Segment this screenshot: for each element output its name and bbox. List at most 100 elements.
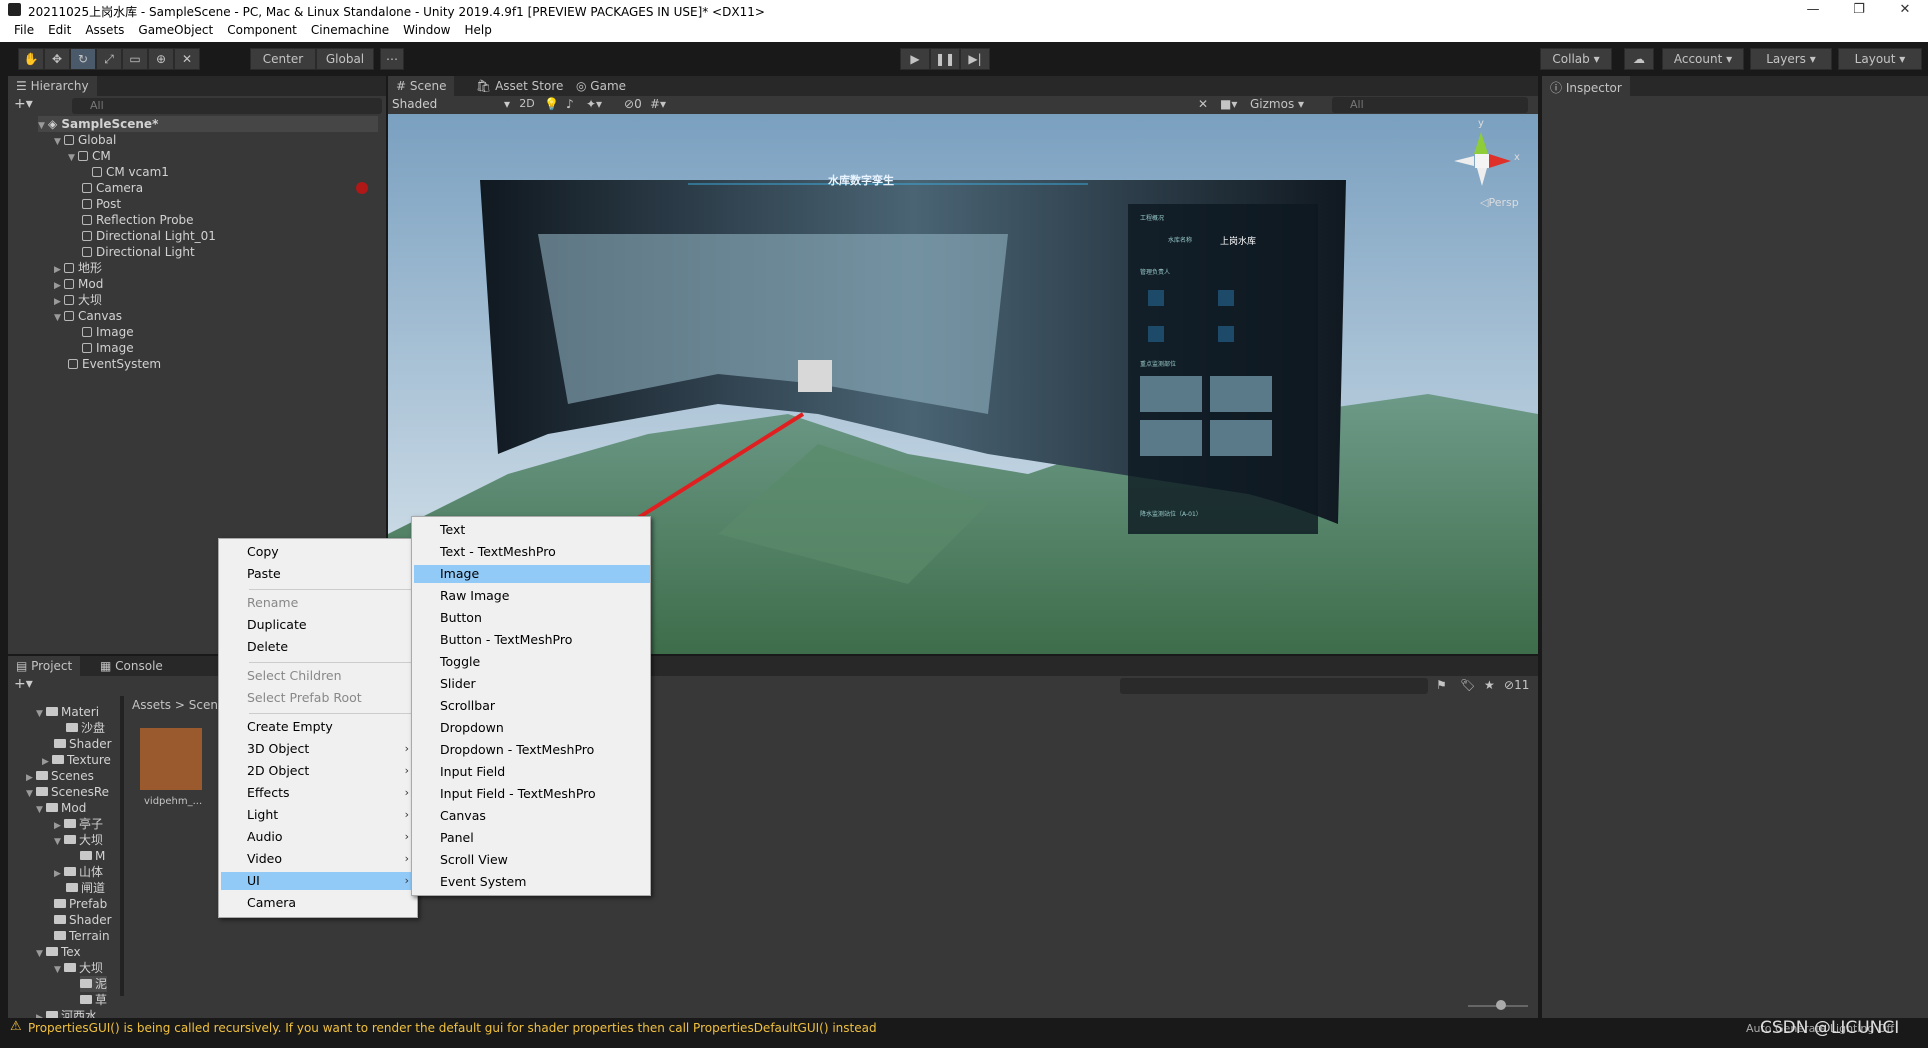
shading-dropdown[interactable]: Shaded ▾ <box>392 97 510 113</box>
list-item[interactable]: EventSystem <box>68 356 161 372</box>
2d-toggle[interactable]: 2D <box>516 97 538 113</box>
cloud-icon[interactable]: ☁ <box>1624 48 1654 70</box>
custom-tool-icon[interactable]: ✕ <box>174 48 200 70</box>
list-item[interactable]: ▼ 大坝 <box>54 832 103 848</box>
scene-orientation-gizmo[interactable]: y x ◁Persp <box>1444 118 1534 218</box>
hidden-packages-icon[interactable]: ⊘11 <box>1504 678 1529 692</box>
submenu-item-input-field[interactable]: Input Field <box>414 763 650 781</box>
tab-hierarchy[interactable]: ☰ Hierarchy <box>8 76 97 96</box>
menu-item-video[interactable]: Video › <box>221 850 417 868</box>
submenu-item-input-field-tmp[interactable]: Input Field - TextMeshPro <box>414 785 650 803</box>
tab-inspector[interactable]: ⓘ Inspector <box>1542 76 1630 96</box>
tools-icon[interactable]: ✕ <box>1198 97 1208 111</box>
effects-icon[interactable]: ✦▾ <box>586 97 602 111</box>
menu-item-copy[interactable]: Copy <box>221 543 417 561</box>
menu-help[interactable]: Help <box>458 20 499 37</box>
list-item[interactable]: Image <box>82 340 134 356</box>
play-button[interactable]: ▶ <box>900 48 930 70</box>
list-item[interactable]: ▶ Scenes <box>26 768 94 784</box>
list-item[interactable]: Directional Light <box>82 244 195 260</box>
submenu-item-raw-image[interactable]: Raw Image <box>414 587 650 605</box>
step-button[interactable]: ▶| <box>960 48 990 70</box>
menu-item-light[interactable]: Light › <box>221 806 417 824</box>
material-thumbnail[interactable] <box>140 728 202 790</box>
scale-tool-icon[interactable]: ⤢ <box>96 48 122 70</box>
list-item[interactable]: 泥 <box>80 976 108 992</box>
filter-label-icon[interactable]: 🏷 <box>1460 678 1475 692</box>
menu-cinemachine[interactable]: Cinemachine <box>304 20 396 37</box>
pause-button[interactable]: ❚❚ <box>930 48 960 70</box>
folder-scrollbar[interactable] <box>120 696 124 996</box>
pivot-global-button[interactable]: Global <box>316 48 374 70</box>
submenu-item-scroll-view[interactable]: Scroll View <box>414 851 650 869</box>
hidden-objects-icon[interactable]: ⊘0 <box>624 97 642 111</box>
list-item[interactable]: ▶ Mod <box>54 276 103 292</box>
grid-icon[interactable]: #▾ <box>650 97 666 111</box>
list-item[interactable]: Prefab <box>54 896 107 912</box>
list-item[interactable]: Post <box>82 196 121 212</box>
list-item[interactable]: 闸道 <box>66 880 105 896</box>
menu-item-audio[interactable]: Audio › <box>221 828 417 846</box>
tab-asset-store[interactable]: 🛍 Asset Store <box>468 76 571 96</box>
list-item[interactable]: Shader <box>54 912 112 928</box>
menu-component[interactable]: Component <box>220 20 304 37</box>
gizmos-dropdown[interactable]: Gizmos ▾ <box>1250 97 1308 111</box>
submenu-item-button-tmp[interactable]: Button - TextMeshPro <box>414 631 650 649</box>
list-item[interactable]: ▼ ScenesRe <box>26 784 109 800</box>
list-item[interactable]: ▼ Mod <box>36 800 86 816</box>
list-item[interactable]: Image <box>82 324 134 340</box>
list-item[interactable]: Terrain <box>54 928 110 944</box>
audio-icon[interactable]: ♪ <box>566 97 574 111</box>
layers-button[interactable]: Layers ▾ <box>1750 48 1832 70</box>
snap-icon[interactable]: ⋯ <box>380 48 404 70</box>
maximize-button[interactable]: ❐ <box>1836 0 1882 20</box>
filter-type-icon[interactable]: ⚑ <box>1436 678 1447 692</box>
menu-item-ui[interactable]: UI › <box>221 872 417 890</box>
list-item[interactable]: ▶ 河西水 <box>36 1008 97 1018</box>
list-item[interactable]: Shader <box>54 736 112 752</box>
lighting-icon[interactable]: 💡 <box>544 97 559 111</box>
list-item[interactable]: CM vcam1 <box>92 164 169 180</box>
favorite-icon[interactable]: ★ <box>1484 678 1495 692</box>
list-item[interactable]: 沙盘 <box>66 720 105 736</box>
list-item[interactable]: Reflection Probe <box>82 212 194 228</box>
tab-scene[interactable]: # Scene <box>388 76 455 96</box>
list-item[interactable]: Camera <box>82 180 143 196</box>
list-item[interactable]: Directional Light_01 <box>82 228 216 244</box>
menu-edit[interactable]: Edit <box>41 20 78 37</box>
menu-item-2d-object[interactable]: 2D Object › <box>221 762 417 780</box>
submenu-item-dropdown[interactable]: Dropdown <box>414 719 650 737</box>
project-create-button[interactable]: +▾ <box>14 676 33 692</box>
menu-assets[interactable]: Assets <box>78 20 131 37</box>
account-button[interactable]: Account ▾ <box>1662 48 1744 70</box>
submenu-item-image[interactable]: Image <box>414 565 650 583</box>
zoom-slider-handle[interactable] <box>1496 1000 1506 1010</box>
menu-window[interactable]: Window <box>396 20 457 37</box>
submenu-item-button[interactable]: Button <box>414 609 650 627</box>
list-item[interactable]: ▼ 大坝 <box>54 960 103 976</box>
list-item[interactable]: ▼ Materi <box>36 704 99 720</box>
hand-tool-icon[interactable]: ✋ <box>18 48 44 70</box>
list-item[interactable]: ▼ Global <box>54 132 116 148</box>
list-item[interactable]: ▶ 亭子 <box>54 816 103 832</box>
tab-console[interactable]: ▦ Console <box>92 656 171 676</box>
list-item[interactable]: ▶ 山体 <box>54 864 103 880</box>
close-button[interactable]: ✕ <box>1882 0 1928 20</box>
submenu-item-slider[interactable]: Slider <box>414 675 650 693</box>
camera-icon[interactable]: ■▾ <box>1220 97 1237 111</box>
submenu-item-text-tmp[interactable]: Text - TextMeshPro <box>414 543 650 561</box>
pivot-center-button[interactable]: Center <box>250 48 316 70</box>
persp-label[interactable]: ◁Persp <box>1480 196 1519 209</box>
project-search[interactable] <box>1120 678 1428 694</box>
menu-item-duplicate[interactable]: Duplicate <box>221 616 417 634</box>
submenu-item-scrollbar[interactable]: Scrollbar <box>414 697 650 715</box>
list-item[interactable]: ▼ Tex <box>36 944 81 960</box>
move-tool-icon[interactable]: ✥ <box>44 48 70 70</box>
collab-button[interactable]: Collab ▾ <box>1540 48 1612 70</box>
submenu-item-event-system[interactable]: Event System <box>414 873 650 891</box>
list-item[interactable]: ▶ Texture <box>42 752 111 768</box>
list-item[interactable]: 草 <box>80 992 107 1008</box>
menu-file[interactable]: File <box>0 20 41 37</box>
list-item[interactable]: ▼ CM <box>68 148 111 164</box>
submenu-item-dropdown-tmp[interactable]: Dropdown - TextMeshPro <box>414 741 650 759</box>
